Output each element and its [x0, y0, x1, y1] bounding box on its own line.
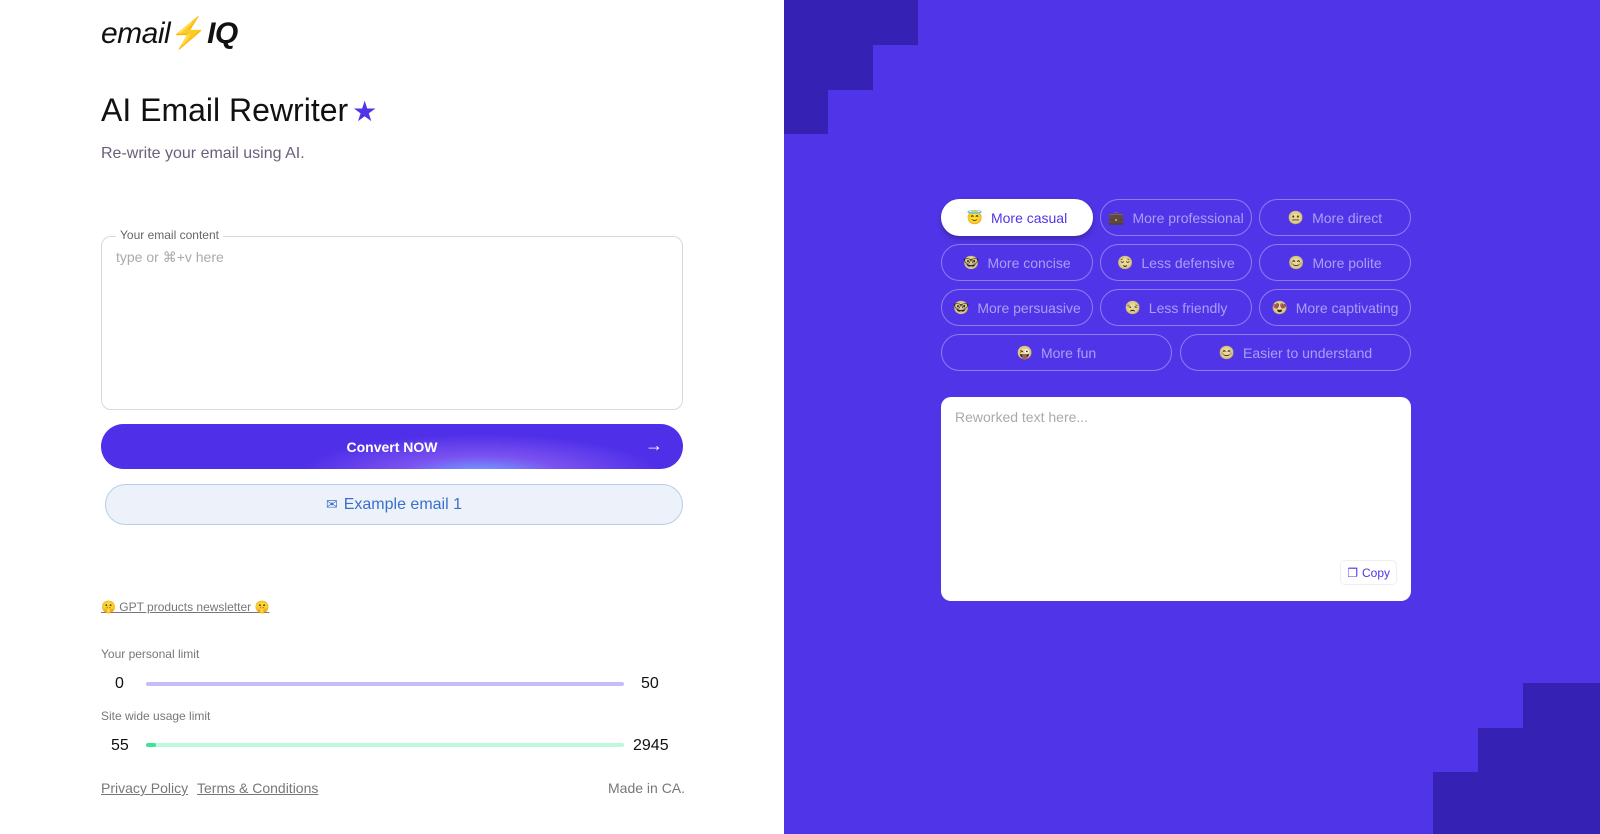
page-subtitle: Re-write your email using AI. — [101, 145, 305, 162]
convert-button[interactable]: Convert NOW → — [101, 424, 683, 469]
email-content-label: Your email content — [116, 228, 223, 242]
mail-icon: ✉ — [325, 495, 338, 512]
tone-option-less-defensive[interactable]: 😌 Less defensive — [1100, 244, 1252, 281]
personal-limit-max: 50 — [641, 675, 659, 692]
emoji-icon: 😇 — [966, 209, 983, 225]
site-limit-used: 55 — [111, 737, 129, 754]
example-email-button[interactable]: ✉ Example email 1 — [105, 484, 683, 525]
arrow-right-icon: → — [645, 435, 663, 455]
tone-option-easier-to-understand[interactable]: 😊 Easier to understand — [1180, 334, 1411, 371]
tone-option-more-persuasive[interactable]: 🤓 More persuasive — [941, 289, 1093, 326]
made-in-text: Made in CA. — [608, 780, 686, 796]
privacy-policy-link[interactable]: Privacy Policy — [101, 780, 188, 796]
site-limit-bar — [146, 743, 624, 747]
site-limit-max: 2945 — [633, 737, 669, 754]
magic-wand-icon: ★ — [352, 96, 378, 127]
left-panel: email⚡IQ AI Email Rewriter ★ Re-write you… — [0, 0, 784, 834]
output-box: ❐Copy — [941, 397, 1411, 601]
emoji-icon: 😊 — [1218, 344, 1235, 360]
tone-option-more-direct[interactable]: 😐 More direct — [1259, 199, 1411, 236]
terms-link[interactable]: Terms & Conditions — [197, 780, 318, 796]
emoji-icon: 😜 — [1016, 344, 1033, 360]
personal-limit-bar — [146, 682, 624, 686]
emoji-icon: 😍 — [1271, 299, 1288, 315]
right-panel: 😇 More casual 💼 More professional 😐 More dire… — [784, 0, 1600, 834]
decor-step — [784, 0, 918, 45]
emoji-icon: 💼 — [1108, 209, 1125, 225]
tone-option-more-professional[interactable]: 💼 More professional — [1100, 199, 1252, 236]
reworked-text-output[interactable] — [955, 409, 1395, 549]
personal-limit-used: 0 — [115, 675, 124, 692]
tone-option-more-casual[interactable]: 😇 More casual — [941, 199, 1093, 236]
emoji-icon: 🤓 — [963, 254, 980, 270]
newsletter-link[interactable]: 🤫 GPT products newsletter 🤫 — [101, 600, 269, 614]
emoji-icon: 😊 — [1288, 254, 1305, 270]
emoji-icon: 😐 — [1287, 209, 1305, 225]
personal-limit-label: Your personal limit — [101, 647, 200, 661]
tone-option-more-captivating[interactable]: 😍 More captivating — [1259, 289, 1411, 326]
copy-button[interactable]: ❐ Copy — [1340, 560, 1397, 585]
emoji-icon: 😒 — [1124, 299, 1141, 315]
emoji-icon: 😌 — [1117, 254, 1134, 270]
site-limit-label: Site wide usage limit — [101, 709, 211, 723]
emoji-icon: 🤓 — [953, 299, 970, 315]
decor-step — [784, 45, 873, 90]
tone-option-more-polite[interactable]: 😊 More polite — [1259, 244, 1411, 281]
tone-option-more-concise[interactable]: 🤓 More concise — [941, 244, 1093, 281]
decor-step — [1433, 772, 1600, 834]
copy-icon: ❐ — [1347, 565, 1358, 580]
email-content-input[interactable] — [116, 249, 666, 399]
decor-step — [784, 90, 828, 134]
email-content-field: Your email content — [101, 228, 683, 410]
logo[interactable]: email⚡IQ — [101, 16, 238, 51]
page-title: AI Email Rewriter ★ — [101, 92, 378, 128]
tone-option-less-friendly[interactable]: 😒 Less friendly — [1100, 289, 1252, 326]
tone-option-more-fun[interactable]: 😜 More fun — [941, 334, 1172, 371]
